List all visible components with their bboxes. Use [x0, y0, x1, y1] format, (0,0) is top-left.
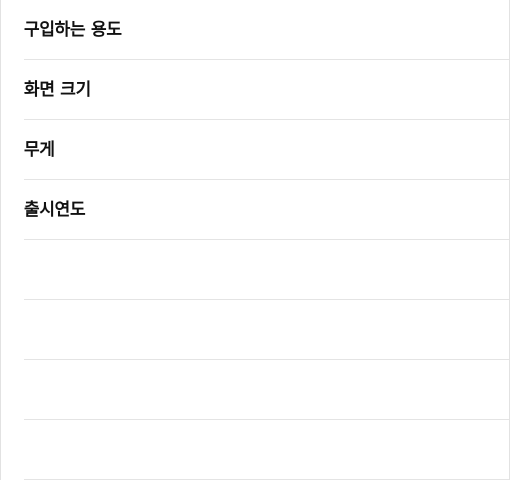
empty-row — [24, 420, 509, 480]
filter-item-purpose[interactable]: 구입하는 용도 — [24, 0, 509, 60]
empty-row — [24, 240, 509, 300]
filter-item-weight[interactable]: 무게 — [24, 120, 509, 180]
filter-panel: 구입하는 용도 화면 크기 무게 출시연도 — [0, 0, 510, 480]
filter-list: 구입하는 용도 화면 크기 무게 출시연도 — [1, 0, 509, 480]
filter-item-label: 무게 — [24, 140, 55, 160]
empty-row — [24, 300, 509, 360]
filter-item-screen-size[interactable]: 화면 크기 — [24, 60, 509, 120]
empty-row — [24, 360, 509, 420]
filter-item-label: 구입하는 용도 — [24, 20, 122, 40]
filter-item-release-year[interactable]: 출시연도 — [24, 180, 509, 240]
filter-item-label: 출시연도 — [24, 200, 86, 220]
filter-item-label: 화면 크기 — [24, 80, 91, 100]
